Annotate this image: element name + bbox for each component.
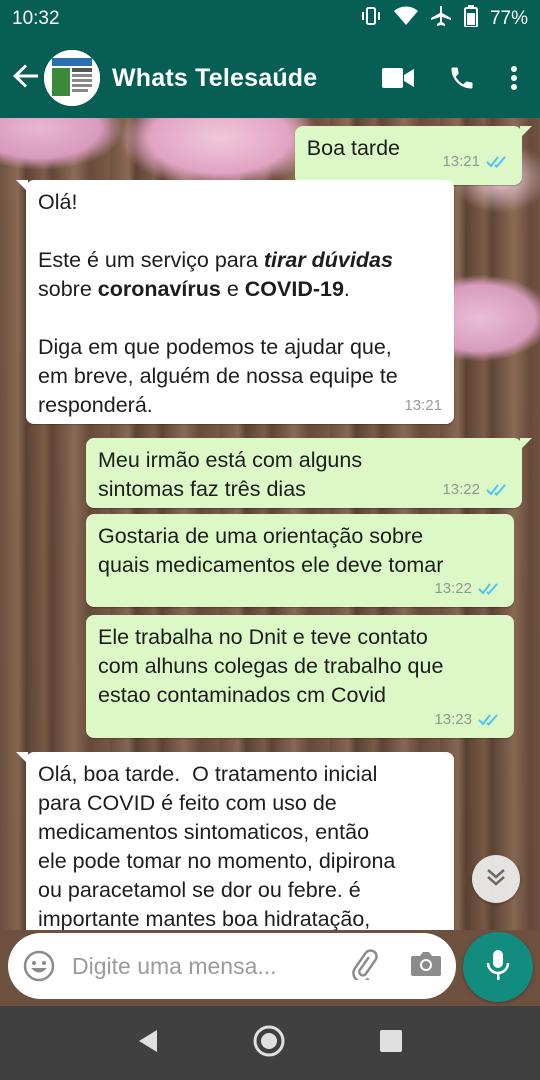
avatar[interactable]	[44, 50, 100, 106]
message-time: 13:21	[404, 397, 442, 414]
message-bubble-outgoing[interactable]: Ele trabalha no Dnit e teve contato com …	[86, 615, 514, 738]
message-bubble-incoming[interactable]: Olá, boa tarde. O tratamento inicial par…	[16, 752, 454, 930]
chat-header: Whats Telesaúde	[0, 38, 540, 118]
battery-icon	[463, 5, 478, 33]
chat-title[interactable]: Whats Telesaúde	[112, 64, 382, 93]
double-chevron-down-icon	[485, 867, 507, 892]
message-bubble-incoming[interactable]: Olá! Este é um serviço para tirar dúvida…	[16, 180, 454, 424]
chat-area[interactable]: Boa tarde 13:21 Olá! Este é um serviço p…	[0, 118, 540, 930]
back-triangle-icon[interactable]	[137, 1029, 159, 1058]
mic-button[interactable]	[463, 932, 533, 1002]
message-time: 13:21	[442, 153, 480, 170]
video-call-icon[interactable]	[382, 67, 414, 89]
message-bubble-outgoing[interactable]: Meu irmão está com alguns sintomas faz t…	[86, 438, 532, 508]
message-text-segment: e	[220, 277, 245, 301]
composer-bar	[0, 930, 540, 1006]
read-ticks-icon	[486, 483, 510, 497]
message-text-segment: sobre	[38, 277, 92, 301]
wifi-icon	[393, 6, 418, 32]
read-ticks-icon	[478, 582, 502, 596]
message-text: Olá, boa tarde. O tratamento inicial par…	[38, 762, 396, 930]
attach-icon[interactable]	[348, 948, 380, 985]
airplane-icon	[430, 5, 452, 33]
composer-pill	[8, 933, 456, 999]
read-ticks-icon	[478, 713, 502, 727]
emoji-icon[interactable]	[22, 949, 56, 983]
status-bar: 10:32 77%	[0, 0, 540, 38]
message-text: Olá! Este é um serviço para tirar dúvida…	[38, 188, 442, 420]
system-nav-bar	[0, 1006, 540, 1080]
home-circle-icon[interactable]	[252, 1024, 286, 1063]
mic-icon	[486, 949, 510, 986]
message-time: 13:22	[434, 580, 472, 597]
message-text-segment: coronavírus	[97, 277, 221, 301]
message-text-segment: Olá! Este é um serviço para	[38, 190, 258, 272]
recents-square-icon[interactable]	[379, 1029, 403, 1058]
back-arrow-icon	[13, 63, 39, 94]
message-bubble-outgoing[interactable]: Gostaria de uma orientação sobre quais m…	[86, 514, 514, 607]
scroll-to-bottom-button[interactable]	[472, 855, 520, 903]
message-time: 13:22	[442, 481, 480, 498]
message-text: Gostaria de uma orientação sobre quais m…	[98, 524, 444, 577]
read-ticks-icon	[486, 155, 510, 169]
message-text-segment: tirar dúvidas	[263, 248, 393, 272]
phone-icon[interactable]	[448, 64, 476, 92]
battery-percent: 77%	[489, 8, 528, 29]
more-vert-icon[interactable]	[510, 65, 518, 91]
camera-icon[interactable]	[410, 950, 442, 983]
message-bubble-outgoing[interactable]: Boa tarde 13:21	[294, 126, 533, 185]
back-button[interactable]	[8, 56, 44, 100]
vibrate-icon	[360, 6, 382, 32]
message-text: Ele trabalha no Dnit e teve contato com …	[98, 625, 444, 707]
message-time: 13:23	[434, 711, 472, 728]
message-input[interactable]	[72, 952, 312, 980]
message-text-segment: COVID-19	[244, 277, 344, 301]
status-time: 10:32	[12, 8, 60, 29]
